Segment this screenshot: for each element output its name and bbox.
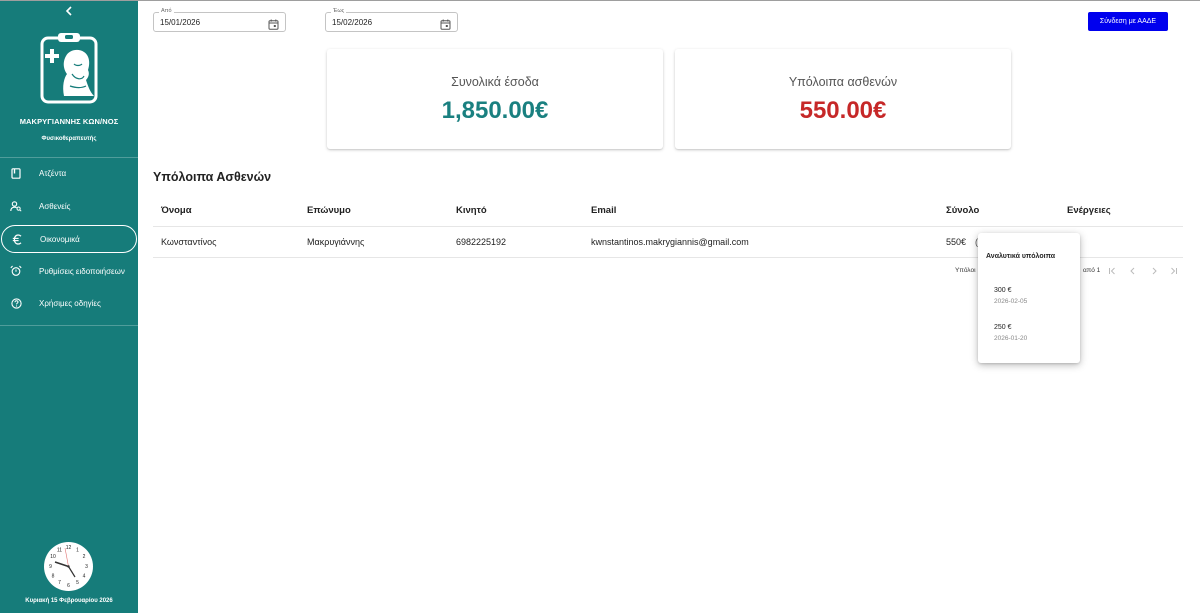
patient-balance-title: Υπόλοιπα ασθενών bbox=[788, 75, 898, 89]
balance-item: 250 € 2026-01-20 bbox=[994, 324, 1027, 342]
cell-total: 550€ bbox=[946, 236, 967, 247]
cell-name: Κωνσταντίνος bbox=[161, 236, 217, 247]
to-date-value[interactable]: 15/02/2026 bbox=[332, 18, 372, 27]
rows-per-page-label: Υπόλοι bbox=[955, 267, 976, 274]
balance-item: 300 € 2026-02-05 bbox=[994, 287, 1027, 305]
sidebar-divider bbox=[0, 325, 138, 326]
svg-text:2: 2 bbox=[83, 554, 86, 560]
popover-title: Αναλυτικά υπόλοιπα bbox=[986, 253, 1056, 260]
sidebar-divider bbox=[0, 157, 138, 158]
cell-surname: Μακρυγιάννης bbox=[307, 236, 365, 247]
balance-date: 2026-02-05 bbox=[994, 298, 1028, 305]
header-total[interactable]: Σύνολο bbox=[946, 195, 979, 226]
page-range-label: από 1 bbox=[1083, 267, 1101, 274]
last-page-icon[interactable] bbox=[1167, 265, 1179, 277]
doctor-clipboard-logo bbox=[38, 30, 100, 106]
to-date-field[interactable]: Έως 15/02/2026 bbox=[325, 7, 458, 32]
svg-text:9: 9 bbox=[49, 564, 52, 570]
cell-email: kwnstantinos.makrygiannis@gmail.com bbox=[591, 236, 749, 247]
total-income-title: Συνολικά έσοδα bbox=[451, 75, 539, 89]
sidebar-item-finance[interactable]: Οικονομικά bbox=[1, 225, 137, 253]
svg-text:1: 1 bbox=[76, 548, 79, 554]
previous-page-icon[interactable] bbox=[1127, 265, 1139, 277]
svg-text:6: 6 bbox=[67, 583, 70, 589]
person-search-icon bbox=[10, 200, 22, 212]
svg-text:10: 10 bbox=[50, 554, 56, 560]
chevron-left-icon[interactable] bbox=[62, 5, 76, 17]
patient-balance-card: Υπόλοιπα ασθενών 550.00€ bbox=[675, 49, 1011, 149]
balance-details-popover: Αναλυτικά υπόλοιπα 300 € 2026-02-05 250 … bbox=[978, 233, 1080, 363]
total-income-value: 1,850.00€ bbox=[441, 97, 549, 124]
calendar-icon[interactable] bbox=[440, 17, 451, 30]
sidebar-item-label: Χρήσιμες οδηγίες bbox=[39, 298, 101, 308]
header-name[interactable]: Όνομα bbox=[161, 195, 192, 226]
header-surname[interactable]: Επώνυμο bbox=[307, 195, 351, 226]
doctor-name: ΜΑΚΡΥΓΙΑΝΝΗΣ ΚΩΝ/ΝΟΣ bbox=[19, 117, 119, 126]
next-page-icon[interactable] bbox=[1148, 265, 1160, 277]
svg-text:7: 7 bbox=[58, 580, 61, 586]
sidebar-item-label: Ασθενείς bbox=[39, 201, 71, 211]
from-date-label: Από bbox=[159, 7, 174, 15]
sidebar-item-patients[interactable]: Ασθενείς bbox=[0, 192, 138, 220]
balance-amount: 300 € bbox=[994, 287, 1012, 294]
sidebar-item-agenda[interactable]: Ατζέντα bbox=[0, 159, 138, 187]
header-mobile[interactable]: Κινητό bbox=[456, 195, 487, 226]
current-date: Κυριακή 15 Φεβρουαρίου 2026 bbox=[25, 598, 113, 604]
sidebar-item-label: Ατζέντα bbox=[39, 168, 67, 178]
svg-text:5: 5 bbox=[76, 580, 79, 586]
from-date-value[interactable]: 15/01/2026 bbox=[160, 18, 200, 27]
svg-text:3: 3 bbox=[85, 564, 88, 570]
doctor-role: Φυσικοθεραπευτής bbox=[41, 136, 97, 142]
balance-date: 2026-01-20 bbox=[994, 335, 1028, 342]
table-header: Όνομα Επώνυμο Κινητό Email Σύνολο Ενέργε… bbox=[153, 195, 1183, 227]
sidebar-item-label: Ρυθμίσεις ειδοποιήσεων bbox=[39, 266, 125, 276]
analog-clock: 12 1 2 3 4 5 6 7 8 9 10 11 bbox=[43, 541, 94, 592]
svg-text:8: 8 bbox=[52, 574, 55, 580]
sidebar-item-label: Οικονομικά bbox=[40, 234, 80, 244]
sidebar-item-useful-guides[interactable]: Χρήσιμες οδηγίες bbox=[0, 289, 138, 317]
from-date-field[interactable]: Από 15/01/2026 bbox=[153, 7, 286, 32]
svg-text:4: 4 bbox=[83, 574, 86, 580]
alarm-icon bbox=[10, 265, 22, 277]
to-date-label: Έως bbox=[331, 7, 347, 15]
balance-amount: 250 € bbox=[994, 324, 1012, 331]
calendar-icon[interactable] bbox=[268, 17, 279, 30]
help-icon bbox=[10, 297, 22, 309]
svg-text:12: 12 bbox=[66, 545, 72, 551]
header-actions: Ενέργειες bbox=[1067, 205, 1111, 216]
sidebar-item-notification-settings[interactable]: Ρυθμίσεις ειδοποιήσεων bbox=[0, 257, 138, 285]
header-email[interactable]: Email bbox=[591, 195, 616, 226]
book-icon bbox=[10, 167, 22, 179]
section-title: Υπόλοιπα Ασθενών bbox=[153, 170, 272, 184]
euro-icon bbox=[11, 233, 23, 245]
first-page-icon[interactable] bbox=[1106, 265, 1118, 277]
patient-balance-value: 550.00€ bbox=[799, 97, 887, 124]
aade-connect-button[interactable]: Σύνδεση με ΑΑΔΕ bbox=[1088, 12, 1168, 31]
svg-text:11: 11 bbox=[57, 548, 62, 554]
sidebar: ΜΑΚΡΥΓΙΑΝΝΗΣ ΚΩΝ/ΝΟΣ Φυσικοθεραπευτής Ατ… bbox=[0, 1, 138, 613]
total-income-card: Συνολικά έσοδα 1,850.00€ bbox=[327, 49, 663, 149]
cell-mobile: 6982225192 bbox=[456, 236, 507, 247]
